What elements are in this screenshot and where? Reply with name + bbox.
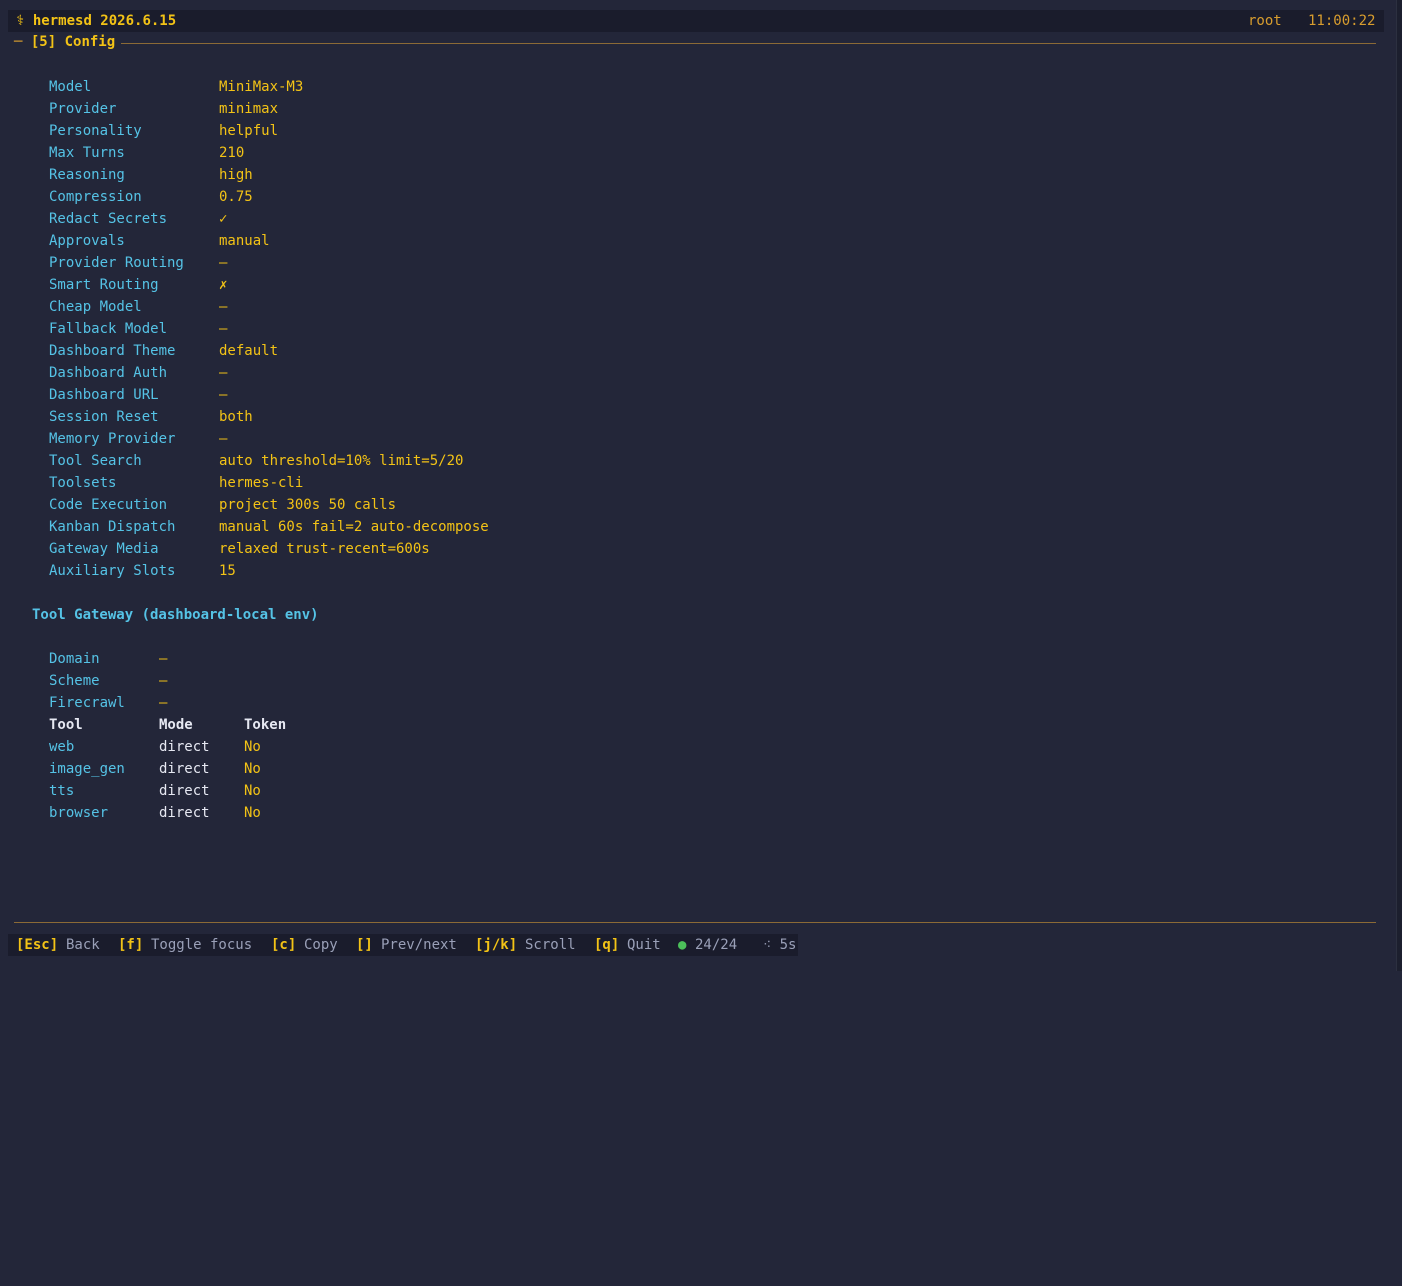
gateway-setting-value: — [159,651,168,667]
config-key: Tool Search [49,453,142,469]
title-bar: ⚕ hermesd 2026.6.15 root 11:00:22 [8,10,1384,32]
gateway-setting-value: — [159,673,168,689]
item-count: 24/24 [695,937,738,953]
caduceus-icon: ⚕ [16,13,25,29]
config-key: Session Reset [49,409,159,425]
user-name: root [1248,13,1282,29]
config-key: Smart Routing [49,277,159,293]
scroll-key-hint[interactable]: [j/k] [475,934,517,956]
config-value: hermes-cli [219,475,304,491]
config-value: default [219,343,279,359]
config-value: manual 60s fail=2 auto-decompose [219,519,489,535]
config-value: 0.75 [219,189,253,205]
mode-cell: direct [159,783,210,799]
config-key: Provider [49,101,117,117]
config-key: Redact Secrets [49,211,168,227]
toggle-focus-label: Toggle focus [151,937,253,953]
config-key: Approvals [49,233,125,249]
tool-name-cell: tts [49,783,75,799]
config-value: high [219,167,253,183]
config-key: Fallback Model [49,321,168,337]
app-name: hermesd 2026.6.15 [32,13,177,29]
gateway-setting-key: Firecrawl [49,695,125,711]
table-header: Tool Mode Token [49,714,286,736]
tool-gateway-heading: Tool Gateway (dashboard-local env) [32,607,319,623]
config-key: Reasoning [49,167,125,183]
focus-key-hint[interactable]: [f] [118,934,143,956]
config-value: manual [219,233,270,249]
config-value: ✓ [219,211,228,227]
config-key: Kanban Dispatch [49,519,176,535]
config-value: minimax [219,101,279,117]
config-value: both [219,409,253,425]
config-key: Max Turns [49,145,125,161]
clock: 11:00:22 [1308,13,1376,29]
config-value: — [219,365,228,381]
scroll-label: Scroll [525,937,576,953]
status-dot-icon: ● [678,937,687,953]
keybinding-bar: [Esc] Back [f] Toggle focus [c] Copy [] … [8,934,798,956]
config-key: Dashboard URL [49,387,159,403]
token-cell: No [244,805,261,821]
section-title: ─ [5] Config [14,34,122,50]
prev-next-label: Prev/next [381,937,457,953]
token-cell: No [244,739,261,755]
config-value: — [219,299,228,315]
section-dash: ─ [14,34,23,50]
gateway-setting-key: Scheme [49,673,100,689]
tool-name-cell: browser [49,805,109,821]
config-key: Auxiliary Slots [49,563,176,579]
config-value: helpful [219,123,279,139]
refresh-interval: ⁖ 5s [763,937,797,953]
config-value: ✗ [219,277,228,293]
config-key: Personality [49,123,142,139]
esc-key-hint[interactable]: [Esc] [16,934,58,956]
gateway-setting-value: — [159,695,168,711]
quit-key-hint[interactable]: [q] [594,934,619,956]
config-key: Code Execution [49,497,168,513]
config-key: Cheap Model [49,299,142,315]
gateway-setting-key: Domain [49,651,100,667]
config-key: Compression [49,189,142,205]
config-value: project 300s 50 calls [219,497,397,513]
config-value: 15 [219,563,236,579]
config-key: Model [49,79,92,95]
mode-cell: direct [159,739,210,755]
mode-cell: direct [159,805,210,821]
prev-next-key-hint[interactable]: [] [356,934,373,956]
config-key: Dashboard Auth [49,365,168,381]
section-rule [14,43,1376,44]
token-cell: No [244,783,261,799]
config-value: relaxed trust-recent=600s [219,541,430,557]
config-key: Toolsets [49,475,117,491]
config-value: — [219,255,228,271]
config-key: Memory Provider [49,431,176,447]
tool-name-cell: web [49,739,75,755]
window-edge [1396,0,1402,971]
app-title: ⚕ hermesd 2026.6.15 [16,13,176,29]
config-value: — [219,387,228,403]
config-value: 210 [219,145,245,161]
copy-key-hint[interactable]: [c] [271,934,296,956]
config-key: Provider Routing [49,255,184,271]
token-cell: No [244,761,261,777]
back-label: Back [66,937,100,953]
footer-rule [14,922,1376,923]
section-label: [5] Config [30,34,116,50]
column-header-tool: Tool [49,717,83,733]
config-value: — [219,321,228,337]
config-key: Dashboard Theme [49,343,176,359]
quit-label: Quit [627,937,661,953]
config-value: auto threshold=10% limit=5/20 [219,453,464,469]
mode-cell: direct [159,761,210,777]
config-key: Gateway Media [49,541,159,557]
config-value: — [219,431,228,447]
column-header-token: Token [244,717,287,733]
tool-name-cell: image_gen [49,761,125,777]
column-header-mode: Mode [159,717,193,733]
config-value: MiniMax-M3 [219,79,304,95]
copy-label: Copy [304,937,338,953]
